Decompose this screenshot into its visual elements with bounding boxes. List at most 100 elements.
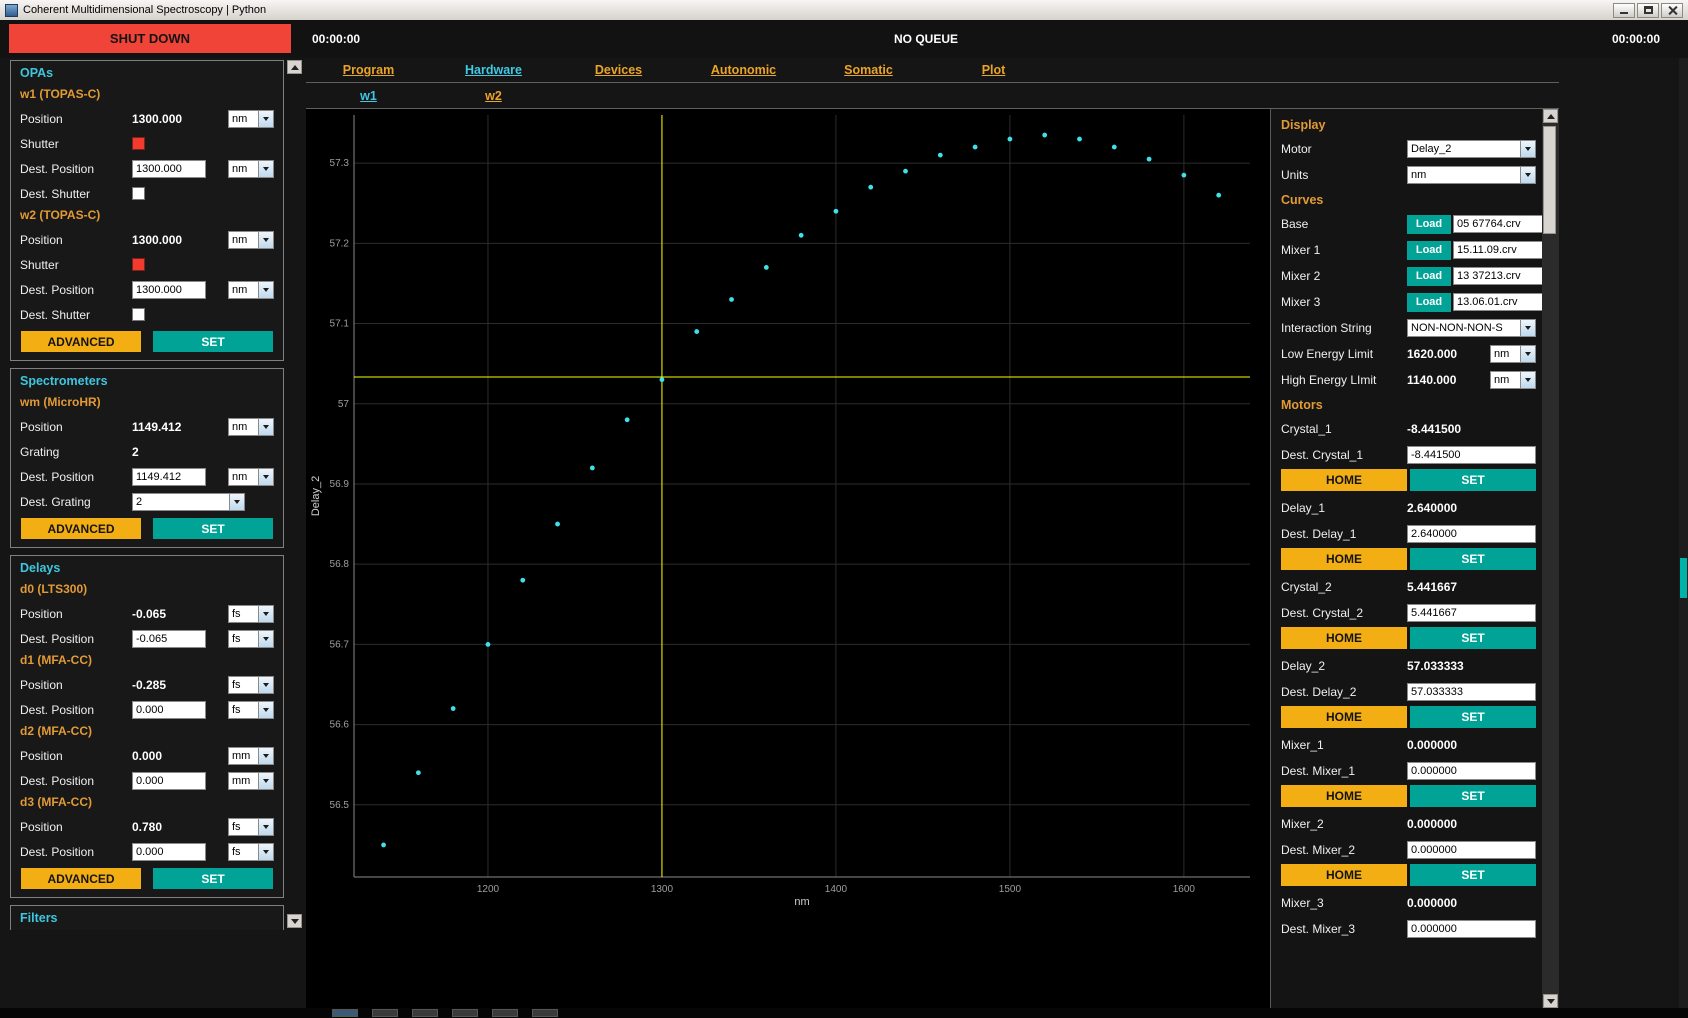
subtab-w1[interactable]: w1 (306, 83, 431, 108)
chevron-down-icon[interactable] (1520, 346, 1535, 362)
dest-position-input[interactable] (132, 281, 206, 299)
scroll-down-icon[interactable] (1543, 994, 1558, 1008)
motor-dest-input[interactable] (1407, 920, 1536, 938)
scroll-down-icon[interactable] (287, 914, 302, 928)
set-button[interactable]: SET (1410, 864, 1536, 886)
chevron-down-icon[interactable] (258, 702, 273, 718)
tab-devices[interactable]: Devices (556, 58, 681, 82)
load-button[interactable]: Load (1407, 293, 1451, 312)
motor-dest-input[interactable] (1407, 446, 1536, 464)
maximize-button[interactable] (1637, 3, 1659, 18)
set-button[interactable]: SET (1410, 469, 1536, 491)
taskbar-icon[interactable] (532, 1009, 558, 1017)
dest-position-input[interactable] (132, 630, 206, 648)
dest-grating-combobox[interactable]: 2 (132, 493, 245, 511)
taskbar-icon[interactable] (452, 1009, 478, 1017)
chevron-down-icon[interactable] (258, 111, 273, 127)
chevron-down-icon[interactable] (258, 844, 273, 860)
motor-dest-input[interactable] (1407, 841, 1536, 859)
chevron-down-icon[interactable] (1520, 167, 1535, 183)
units-combobox[interactable]: nm (228, 281, 274, 299)
close-button[interactable] (1661, 3, 1683, 18)
units-combobox[interactable]: mm (228, 772, 274, 790)
motor-dest-input[interactable] (1407, 604, 1536, 622)
tab-autonomic[interactable]: Autonomic (681, 58, 806, 82)
set-button[interactable]: SET (1410, 785, 1536, 807)
units-combobox[interactable]: nm (228, 468, 274, 486)
dest-shutter-checkbox[interactable] (132, 308, 145, 321)
units-combobox[interactable]: mm (228, 747, 274, 765)
home-button[interactable]: HOME (1281, 548, 1407, 570)
chevron-down-icon[interactable] (1520, 141, 1535, 157)
chevron-down-icon[interactable] (258, 282, 273, 298)
dest-shutter-checkbox[interactable] (132, 187, 145, 200)
taskbar-icon[interactable] (372, 1009, 398, 1017)
curve-file-input[interactable] (1453, 293, 1542, 311)
units-combobox[interactable]: fs (228, 701, 274, 719)
sidebar-scrollbar[interactable] (287, 60, 302, 928)
minimize-button[interactable] (1613, 3, 1635, 18)
chevron-down-icon[interactable] (229, 494, 244, 510)
chevron-down-icon[interactable] (1520, 320, 1535, 336)
dest-position-input[interactable] (132, 843, 206, 861)
home-button[interactable]: HOME (1281, 469, 1407, 491)
units-combobox[interactable]: nm (1490, 345, 1536, 363)
plot-canvas[interactable]: 1200130014001500160056.556.656.756.856.9… (306, 109, 1256, 915)
motor-dest-input[interactable] (1407, 525, 1536, 543)
set-button[interactable]: SET (1410, 706, 1536, 728)
taskbar-icon[interactable] (332, 1009, 358, 1017)
home-button[interactable]: HOME (1281, 706, 1407, 728)
motor-dest-input[interactable] (1407, 762, 1536, 780)
panel-scrollbar[interactable] (1542, 109, 1559, 1008)
chevron-down-icon[interactable] (258, 232, 273, 248)
shutdown-button[interactable]: SHUT DOWN (9, 24, 291, 53)
units-combobox[interactable]: nm (228, 418, 274, 436)
load-button[interactable]: Load (1407, 267, 1451, 286)
interaction-combobox[interactable]: NON-NON-NON-S (1407, 319, 1536, 337)
advanced-button[interactable]: ADVANCED (21, 868, 141, 889)
subtab-w2[interactable]: w2 (431, 83, 556, 108)
motor-dest-input[interactable] (1407, 683, 1536, 701)
set-button[interactable]: SET (153, 331, 273, 352)
units-combobox[interactable]: nm (228, 160, 274, 178)
tuning-curve-plot[interactable]: 1200130014001500160056.556.656.756.856.9… (306, 109, 1270, 1008)
curve-file-input[interactable] (1453, 267, 1542, 285)
advanced-button[interactable]: ADVANCED (21, 331, 141, 352)
units-combobox[interactable]: nm (1407, 166, 1536, 184)
curve-file-input[interactable] (1453, 215, 1542, 233)
chevron-down-icon[interactable] (258, 773, 273, 789)
chevron-down-icon[interactable] (258, 419, 273, 435)
dest-position-input[interactable] (132, 772, 206, 790)
scrollbar-thumb[interactable] (1543, 126, 1556, 234)
chevron-down-icon[interactable] (258, 748, 273, 764)
window-scrollbar[interactable] (1679, 58, 1688, 1008)
chevron-down-icon[interactable] (258, 469, 273, 485)
units-combobox[interactable]: nm (228, 110, 274, 128)
chevron-down-icon[interactable] (1520, 372, 1535, 388)
home-button[interactable]: HOME (1281, 627, 1407, 649)
set-button[interactable]: SET (1410, 627, 1536, 649)
scrollbar-thumb[interactable] (1680, 558, 1687, 598)
load-button[interactable]: Load (1407, 241, 1451, 260)
chevron-down-icon[interactable] (258, 677, 273, 693)
units-combobox[interactable]: fs (228, 818, 274, 836)
load-button[interactable]: Load (1407, 215, 1451, 234)
units-combobox[interactable]: fs (228, 843, 274, 861)
dest-position-input[interactable] (132, 160, 206, 178)
dest-position-input[interactable] (132, 701, 206, 719)
home-button[interactable]: HOME (1281, 785, 1407, 807)
dest-position-input[interactable] (132, 468, 206, 486)
set-button[interactable]: SET (153, 518, 273, 539)
scroll-up-icon[interactable] (1543, 109, 1558, 123)
shutter-indicator[interactable] (132, 258, 145, 271)
taskbar-icon[interactable] (492, 1009, 518, 1017)
scroll-up-icon[interactable] (287, 60, 302, 74)
advanced-button[interactable]: ADVANCED (21, 518, 141, 539)
units-combobox[interactable]: fs (228, 630, 274, 648)
tab-hardware[interactable]: Hardware (431, 58, 556, 82)
tab-somatic[interactable]: Somatic (806, 58, 931, 82)
units-combobox[interactable]: fs (228, 676, 274, 694)
units-combobox[interactable]: nm (1490, 371, 1536, 389)
shutter-indicator[interactable] (132, 137, 145, 150)
tab-plot[interactable]: Plot (931, 58, 1056, 82)
